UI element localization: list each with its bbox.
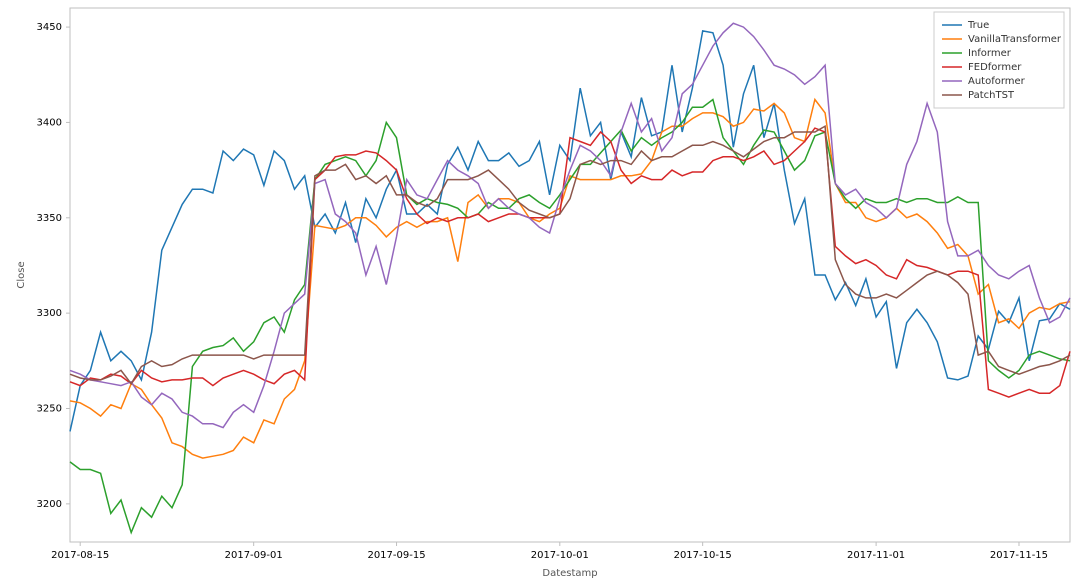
series-line-autoformer <box>70 23 1070 427</box>
x-tick-label: 2017-10-01 <box>531 550 589 561</box>
legend-label: Autoformer <box>968 76 1026 87</box>
x-tick-label: 2017-10-15 <box>674 550 732 561</box>
x-tick-label: 2017-09-01 <box>225 550 283 561</box>
series-line-true <box>70 31 1070 432</box>
legend-label: True <box>967 20 989 31</box>
x-axis-label: Datestamp <box>542 568 597 579</box>
y-tick-label: 3350 <box>37 213 62 224</box>
series-line-vanillatransformer <box>70 100 1070 459</box>
line-chart: 3200 3250 3300 3350 3400 3450 2017-08-15 2017-0… <box>0 0 1080 586</box>
x-tick-label: 2017-09-15 <box>367 550 425 561</box>
y-tick-label: 3300 <box>37 308 62 319</box>
legend-label: Informer <box>968 48 1012 59</box>
y-axis-label: Close <box>16 261 27 288</box>
y-tick-label: 3450 <box>37 22 62 33</box>
y-tick-label: 3200 <box>37 499 62 510</box>
x-tick-label: 2017-11-01 <box>847 550 905 561</box>
x-tick-label: 2017-08-15 <box>51 550 109 561</box>
x-tick-label: 2017-11-15 <box>990 550 1048 561</box>
legend-label: VanillaTransformer <box>968 34 1062 45</box>
y-tick-label: 3250 <box>37 404 62 415</box>
y-tick-label: 3400 <box>37 117 62 128</box>
legend-label: PatchTST <box>968 90 1015 101</box>
legend-label: FEDformer <box>968 62 1022 73</box>
chart-container: 3200 3250 3300 3350 3400 3450 2017-08-15 2017-0… <box>0 0 1080 586</box>
